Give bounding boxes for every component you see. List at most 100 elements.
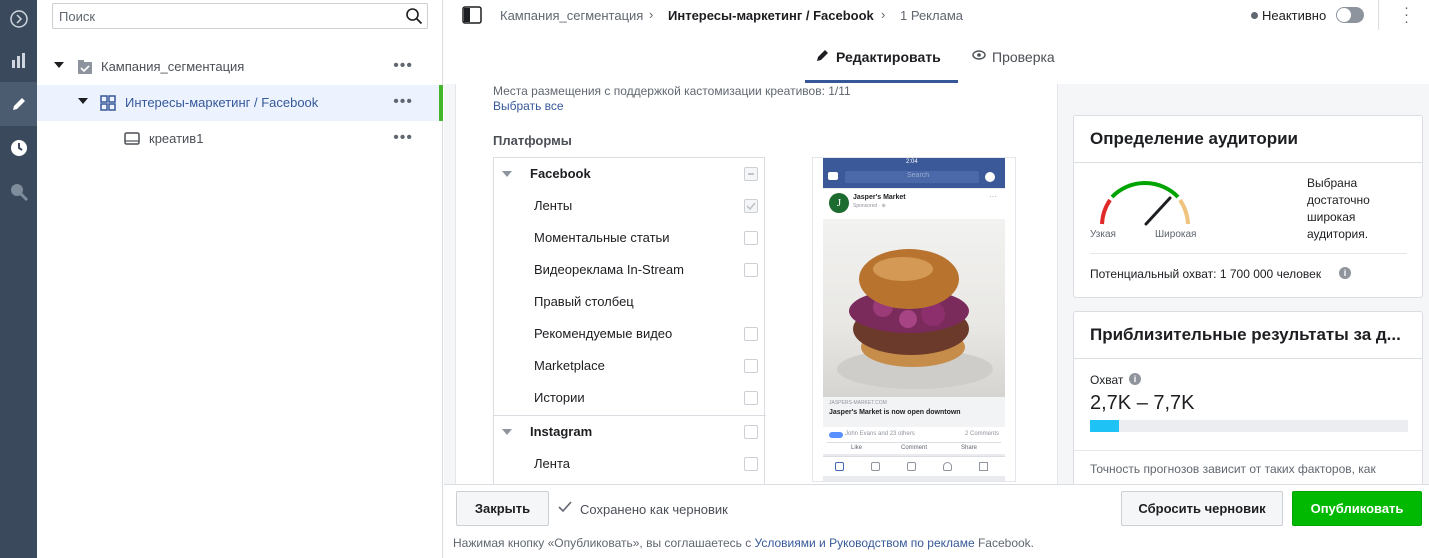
camera-icon [828,172,838,180]
audience-gauge [1090,172,1200,232]
publish-button[interactable]: Опубликовать [1292,491,1422,526]
legal-text-suffix: Facebook. [977,536,1035,550]
breadcrumb-adset[interactable]: Интересы-маркетинг / Facebook [668,8,874,23]
chevron-right-icon: › [649,7,654,22]
placement-label: Моментальные статьи [534,230,670,245]
potential-reach: Потенциальный охват: 1 700 000 человек [1090,267,1322,281]
checkbox[interactable] [744,391,758,405]
tab-bar: Редактировать Проверка [444,40,1429,84]
reach-value: 2,7K – 7,7K [1090,392,1195,414]
burger-image [823,219,1005,397]
breadcrumb: Кампания_сегментация › Интересы-маркетин… [444,0,1429,30]
placement-label: Видеореклама In-Stream [534,262,684,277]
status-toggle[interactable] [1336,7,1364,23]
tree-item-campaign[interactable]: Кампания_сегментация ••• [37,49,443,85]
placement-right-column[interactable]: Правый столбец [494,286,766,318]
search-input[interactable]: Поиск [52,3,428,29]
pencil-icon[interactable] [0,82,37,126]
reset-draft-button[interactable]: Сбросить черновик [1121,491,1283,526]
platform-instagram[interactable]: Instagram [494,416,766,448]
breadcrumb-ad[interactable]: 1 Реклама [900,8,963,23]
caret-down-icon[interactable] [502,429,512,435]
tab-edit[interactable]: Редактировать [816,48,941,65]
more-options-icon[interactable]: ••• [393,57,413,75]
tree-item-adset[interactable]: Интересы-маркетинг / Facebook ••• [37,85,443,121]
terms-link[interactable]: Условиями и Руководством по рекламе [755,536,975,550]
checkbox-partial[interactable] [744,167,758,181]
fb-search-label: Search [907,172,930,179]
vertical-more-icon[interactable]: · · · [1404,0,1409,29]
placement-suggested-video[interactable]: Рекомендуемые видео [494,318,766,350]
legal-text-prefix: Нажимая кнопку «Опубликовать», вы соглаш… [453,536,752,550]
post-card: J Jasper's Market Sponsored · ⊕ ··· JASP… [823,189,1005,454]
reach-label: Охват [1090,373,1124,387]
audience-description: Выбрана достаточно широкая аудитория. [1307,176,1370,241]
tree-item-label: креатив1 [149,131,204,146]
search-analytics-icon[interactable] [0,170,37,214]
placements-info: Места размещения с поддержкой кастомизац… [493,84,851,98]
placement-label: Правый столбец [534,294,634,309]
close-button[interactable]: Закрыть [456,491,549,526]
left-rail [0,0,37,558]
video-icon [871,462,880,471]
placement-label: Рекомендуемые видео [534,326,673,341]
marketplace-icon [907,462,916,471]
checkbox-checked[interactable] [744,199,758,213]
caret-down-icon[interactable] [78,98,88,104]
results-card: Приблизительные результаты за д... Охват… [1073,311,1423,484]
messenger-icon [985,172,995,182]
chart-icon[interactable] [0,38,37,82]
select-all-link[interactable]: Выбрать все [493,99,564,113]
fb-search-bar: Search [845,171,979,183]
saved-status: Сохранено как черновик [580,502,728,517]
footer: Закрыть Сохранено как черновик Сбросить … [444,484,1429,558]
comment-action: Comment [901,445,928,451]
status-dot-icon [1251,12,1258,19]
audience-card: Определение аудитории Узкая Широкая Выбр… [1073,115,1423,298]
like-action: Like [851,445,863,451]
ad-monitor-icon [124,131,140,150]
placement-label: Лента [534,456,570,471]
more-options-icon[interactable]: ••• [393,93,413,111]
expand-icon[interactable] [0,0,37,38]
reactions-text: John Evans and 23 others [845,431,915,437]
info-icon[interactable]: i [1339,267,1351,279]
phone-frame: 2:04 Search J Jasper's Market Sponsored … [823,158,1005,481]
caret-down-icon[interactable] [502,171,512,177]
placement-instream[interactable]: Видеореклама In-Stream [494,254,766,286]
tab-review[interactable]: Проверка [972,48,1055,65]
phone-nav-bar [823,456,1005,476]
more-options-icon[interactable]: ••• [393,129,413,147]
placement-instant-articles[interactable]: Моментальные статьи [494,222,766,254]
reach-bar [1090,420,1408,432]
caret-down-icon[interactable] [54,62,64,68]
link-domain: JASPERS-MARKET.COM [829,400,887,406]
checkbox[interactable] [744,263,758,277]
platforms-list: Facebook Ленты Моментальные статьи Видео… [493,157,766,484]
platform-facebook[interactable]: Facebook [494,158,766,190]
link-headline: Jasper's Market is now open downtown [829,409,961,416]
checkbox[interactable] [744,425,758,439]
placement-stories[interactable]: Истории [494,382,766,414]
clock-icon[interactable] [0,126,37,170]
platform-label: Instagram [530,424,593,439]
checkbox[interactable] [744,231,758,245]
info-icon[interactable]: i [1129,373,1141,385]
checkbox[interactable] [744,457,758,471]
tab-review-label: Проверка [992,48,1055,65]
tree-item-ad[interactable]: креатив1 ••• [37,121,443,157]
pencil-icon [816,48,830,65]
legal-text: Нажимая кнопку «Опубликовать», вы соглаш… [453,536,1034,550]
active-tab-underline [805,80,958,83]
checkbox[interactable] [744,327,758,341]
menu-icon [979,462,988,471]
toggle-panel-icon[interactable] [462,5,482,28]
checkbox[interactable] [744,359,758,373]
placement-marketplace[interactable]: Marketplace [494,350,766,382]
placement-feeds[interactable]: Ленты [494,190,766,222]
search-icon[interactable] [405,7,423,28]
breadcrumb-campaign[interactable]: Кампания_сегментация [500,8,643,23]
placement-ig-feed[interactable]: Лента [494,448,766,480]
tree-item-label: Кампания_сегментация [101,59,245,74]
campaign-icon [77,59,93,78]
